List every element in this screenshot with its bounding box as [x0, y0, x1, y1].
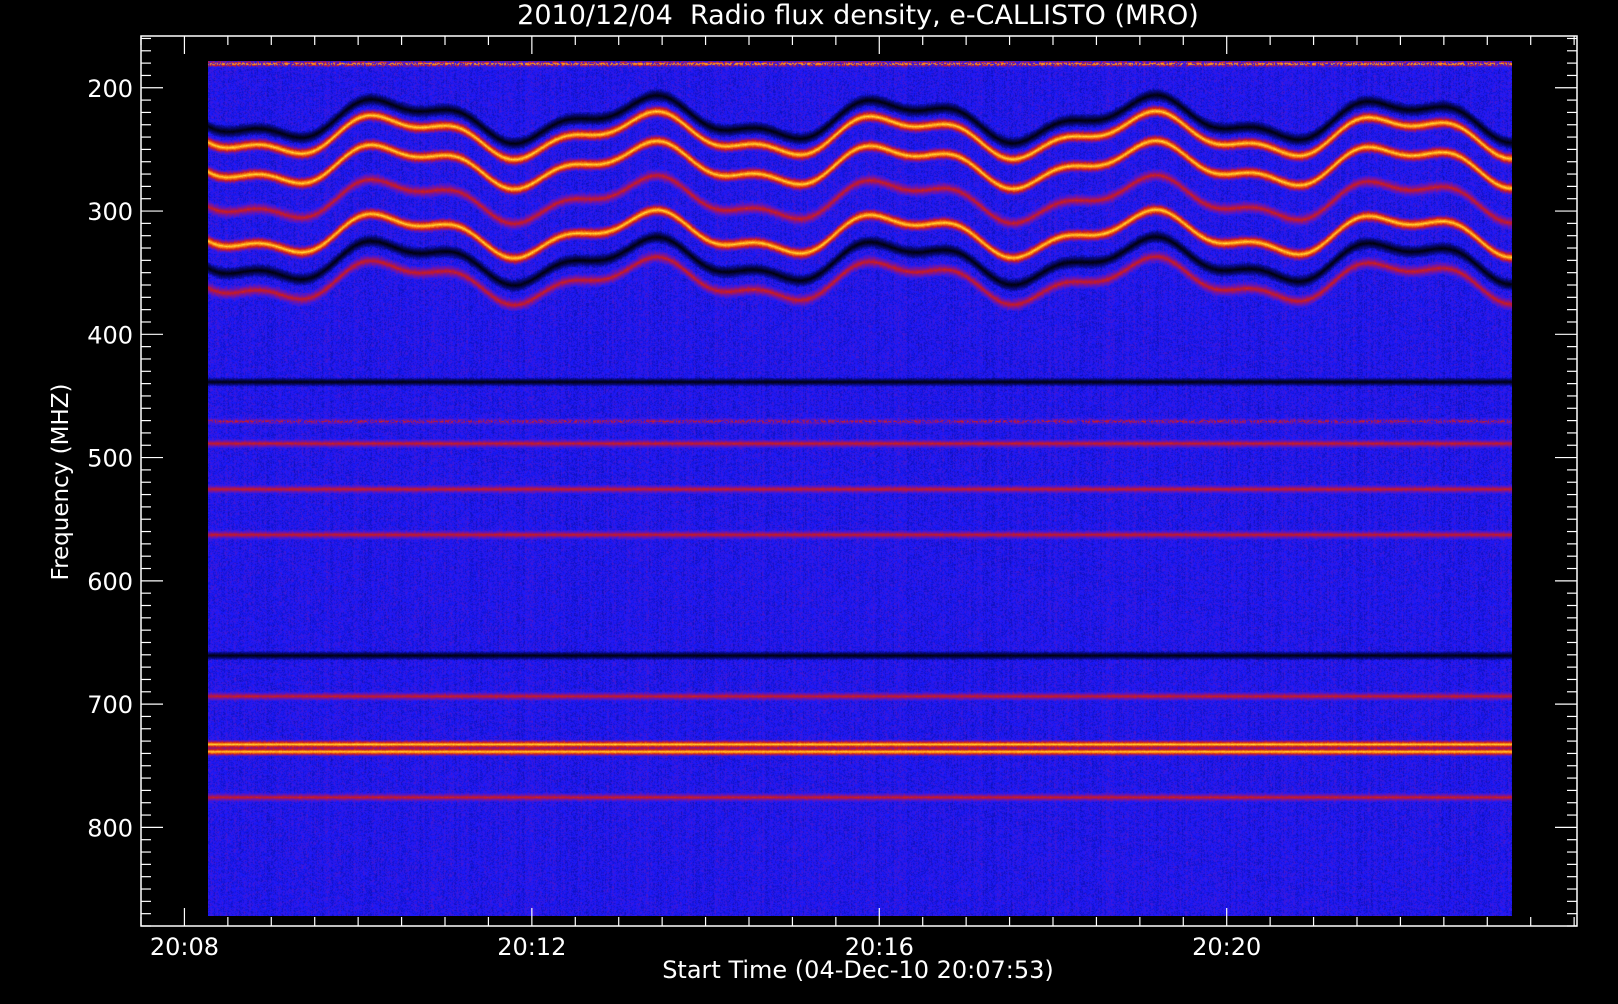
- heatmap-layer: [208, 61, 1512, 916]
- chart-svg: 20030040050060070080020:08 20:12 20:16 20:2…: [0, 0, 1618, 1000]
- y-tick-label: 500: [87, 445, 133, 473]
- x-tick-label: 20:12: [497, 933, 566, 961]
- x-tick-label: 20:20: [1192, 933, 1261, 961]
- y-tick-label: 600: [87, 568, 133, 596]
- y-tick-label: 800: [87, 814, 133, 842]
- y-tick-label: 400: [87, 321, 133, 349]
- x-tick-label: 20:08: [150, 933, 219, 961]
- x-axis-label: Start Time (04-Dec-10 20:07:53): [662, 956, 1054, 984]
- spectrogram-image: [208, 61, 1512, 916]
- spectrogram-chart: 200 300 400 500 600 700 800 20:08 20:12 20:16 20:2…: [0, 0, 1618, 1000]
- y-tick-label: 700: [87, 691, 133, 719]
- y-axis-label: Frequency (MHZ): [48, 384, 74, 581]
- y-tick-label: 200: [87, 75, 133, 103]
- y-tick-label: 300: [87, 198, 133, 226]
- chart-title: 2010/12/04 Radio flux density, e-CALLIST…: [517, 0, 1199, 31]
